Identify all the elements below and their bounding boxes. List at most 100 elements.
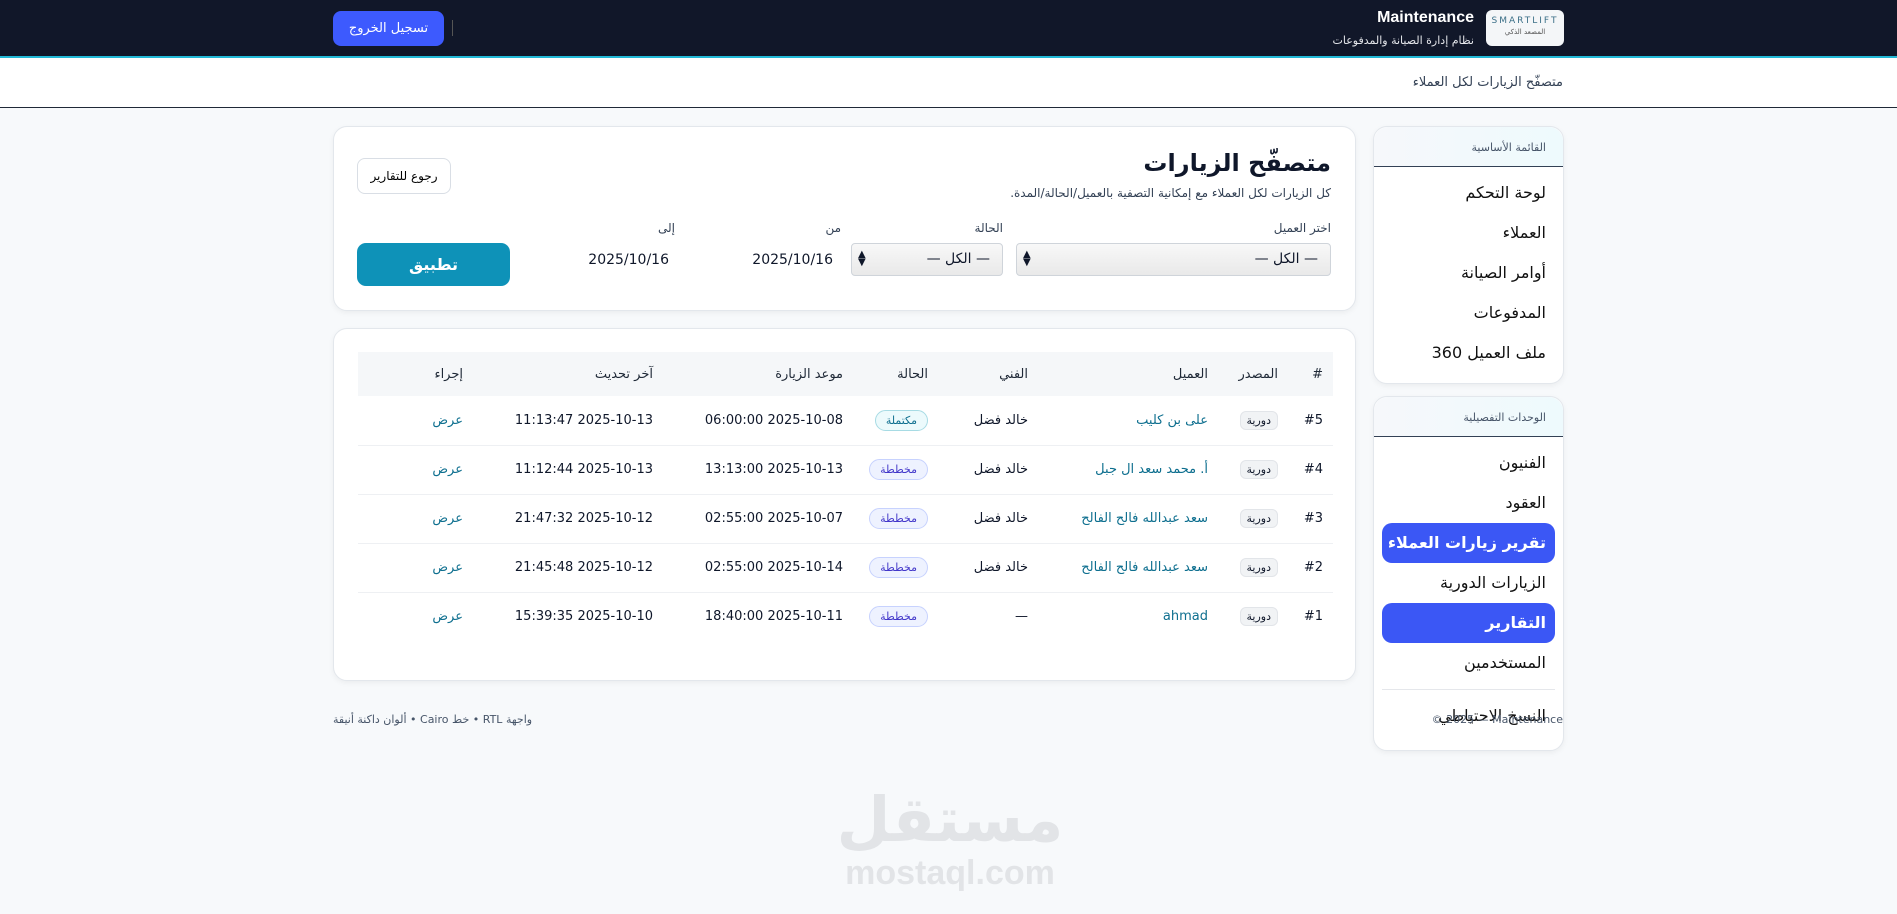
table-header-row: # المصدر العميل الفني الحالة موعد الزيار…: [358, 352, 1333, 396]
row-id: #2: [1288, 543, 1333, 593]
top-navbar: SMARTLIFT المصعد الذكي Maintenance نظام إ…: [0, 0, 1897, 58]
logout-button[interactable]: تسجيل الخروج: [333, 11, 444, 46]
source-cell: دورية: [1218, 396, 1288, 446]
column-header: إجراء: [358, 352, 473, 396]
visit-date-cell: 2025-10-07 02:55:00: [663, 494, 853, 544]
client-link[interactable]: أ. محمد سعد ال جبل: [1038, 445, 1218, 495]
breadcrumb-bar: متصفّح الزيارات لكل العملاء: [0, 58, 1897, 108]
status-badge: مخططة: [869, 459, 928, 480]
client-link[interactable]: على بن كليب: [1038, 396, 1218, 446]
sidebar-main-menu: القائمة الأساسية لوحة التحكم العملاء أوا…: [1373, 126, 1564, 384]
select-arrows-icon: ▲ ▼: [1023, 249, 1031, 268]
technician-cell: خالد فضل: [938, 494, 1038, 544]
sidebar-item-payments[interactable]: المدفوعات: [1374, 293, 1563, 333]
view-link[interactable]: عرض: [358, 543, 473, 593]
updated-date-cell: 2025-10-10 15:39:35: [514, 609, 653, 625]
client-link[interactable]: ahmad: [1038, 592, 1218, 641]
sidebar-item-clients[interactable]: العملاء: [1374, 213, 1563, 253]
client-link[interactable]: سعد عبدالله فالح الفالح: [1038, 494, 1218, 544]
visit-date-cell: 2025-10-13 13:13:00: [663, 445, 853, 495]
breadcrumb: متصفّح الزيارات لكل العملاء: [1412, 75, 1563, 90]
status-select[interactable]: — الكل — ▲ ▼: [851, 243, 1003, 276]
sidebar-detail-menu: الوحدات التفصيلية الفنيون العقود تقرير ز…: [1373, 396, 1564, 751]
table-row: #4 دورية أ. محمد سعد ال جبل خالد فضل مخط…: [358, 445, 1333, 495]
view-link[interactable]: عرض: [358, 445, 473, 495]
row-id: #4: [1288, 445, 1333, 495]
sidebar-section-title: الوحدات التفصيلية: [1374, 397, 1563, 437]
source-chip: دورية: [1239, 460, 1278, 479]
source-cell: دورية: [1218, 543, 1288, 593]
status-badge: مخططة: [869, 557, 928, 578]
source-chip: دورية: [1239, 509, 1278, 528]
sidebar-item-visits-report[interactable]: تقرير زيارات العملاء: [1382, 523, 1555, 563]
row-id: #5: [1288, 396, 1333, 446]
technician-cell: خالد فضل: [938, 396, 1038, 446]
visits-table: # المصدر العميل الفني الحالة موعد الزيار…: [358, 352, 1333, 641]
column-header: آخر تحديث: [473, 352, 663, 396]
technician-cell: خالد فضل: [938, 543, 1038, 593]
divider: [452, 20, 453, 36]
status-cell: مخططة: [853, 494, 938, 544]
status-cell: مخططة: [853, 592, 938, 641]
sidebar-item-contracts[interactable]: العقود: [1374, 483, 1563, 523]
logo: SMARTLIFT المصعد الذكي: [1486, 10, 1564, 46]
table-row: #3 دورية سعد عبدالله فالح الفالح خالد فض…: [358, 494, 1333, 544]
client-label: اختر العميل: [1273, 221, 1331, 235]
app-subtitle: نظام إدارة الصيانة والمدفوعات: [1332, 34, 1474, 47]
to-date-input[interactable]: 2025/10/16: [588, 252, 669, 268]
sidebar-item-users[interactable]: المستخدمين: [1374, 643, 1563, 683]
view-link[interactable]: عرض: [358, 592, 473, 641]
to-label: إلى: [658, 221, 675, 235]
column-header: الفني: [938, 352, 1038, 396]
sidebar-item-work-orders[interactable]: أوامر الصيانة: [1374, 253, 1563, 293]
sidebar-item-reports[interactable]: التقارير: [1382, 603, 1555, 643]
client-select-value: — الكل —: [1254, 251, 1318, 267]
app-title: Maintenance: [1377, 9, 1474, 26]
status-select-value: — الكل —: [926, 251, 990, 267]
logo-subtext: المصعد الذكي: [1504, 28, 1546, 36]
source-cell: دورية: [1218, 592, 1288, 641]
footer-note: واجهة RTL • خط Cairo • ألوان داكنة أنيقة: [333, 713, 533, 726]
page-title: متصفّح الزيارات: [1143, 149, 1331, 177]
status-badge: مكتملة: [874, 409, 928, 431]
client-link[interactable]: سعد عبدالله فالح الفالح: [1038, 543, 1218, 593]
row-id: #1: [1303, 609, 1323, 625]
column-header: #: [1288, 352, 1333, 396]
status-label: الحالة: [974, 221, 1003, 235]
watermark-logo: مستقل mostaql.com: [830, 783, 1070, 892]
column-header: الحالة: [853, 352, 938, 396]
sidebar-item-client-360[interactable]: ملف العميل 360: [1374, 333, 1563, 373]
watermark-latin: mostaql.com: [845, 854, 1055, 892]
sidebar-item-periodic-visits[interactable]: الزيارات الدورية: [1374, 563, 1563, 603]
page-subtitle: كل الزيارات لكل العملاء مع إمكانية التصف…: [1010, 186, 1331, 200]
back-to-reports-button[interactable]: رجوع للتقارير: [357, 158, 451, 194]
visit-date-cell: 2025-10-08 06:00:00: [663, 396, 853, 446]
column-header: العميل: [1038, 352, 1218, 396]
table-row: #5 دورية على بن كليب خالد فضل مكتملة 202…: [358, 396, 1333, 446]
source-cell: دورية: [1218, 445, 1288, 495]
source-chip: دورية: [1239, 607, 1278, 627]
apply-button[interactable]: تطبيق: [357, 243, 510, 286]
status-cell: مخططة: [853, 445, 938, 495]
sidebar-item-dashboard[interactable]: لوحة التحكم: [1374, 173, 1563, 213]
table-row: #2 دورية سعد عبدالله فالح الفالح خالد فض…: [358, 543, 1333, 593]
status-cell: مكتملة: [853, 396, 938, 446]
technician-cell: —: [1015, 609, 1028, 625]
updated-date-cell: 2025-10-12 21:45:48: [473, 543, 663, 593]
logo-text: SMARTLIFT: [1491, 16, 1559, 26]
updated-date-cell: 2025-10-13 11:12:44: [473, 445, 663, 495]
column-header: المصدر: [1218, 352, 1288, 396]
from-date-input[interactable]: 2025/10/16: [752, 252, 833, 268]
footer-copyright: © 2025 — Maintenance: [1431, 713, 1563, 726]
visit-date-cell: 2025-10-11 18:40:00: [704, 609, 843, 625]
watermark-arabic: مستقل: [836, 783, 1064, 856]
source-cell: دورية: [1218, 494, 1288, 544]
client-select[interactable]: — الكل — ▲ ▼: [1016, 243, 1331, 276]
view-link[interactable]: عرض: [358, 494, 473, 544]
table-row: #1 دورية ahmad — مخططة 2025-10-11 18:40:…: [358, 592, 1333, 641]
technician-cell: خالد فضل: [938, 445, 1038, 495]
source-chip: دورية: [1239, 558, 1278, 577]
sidebar-section-title: القائمة الأساسية: [1374, 127, 1563, 167]
view-link[interactable]: عرض: [358, 396, 473, 446]
sidebar-item-technicians[interactable]: الفنيون: [1374, 443, 1563, 483]
